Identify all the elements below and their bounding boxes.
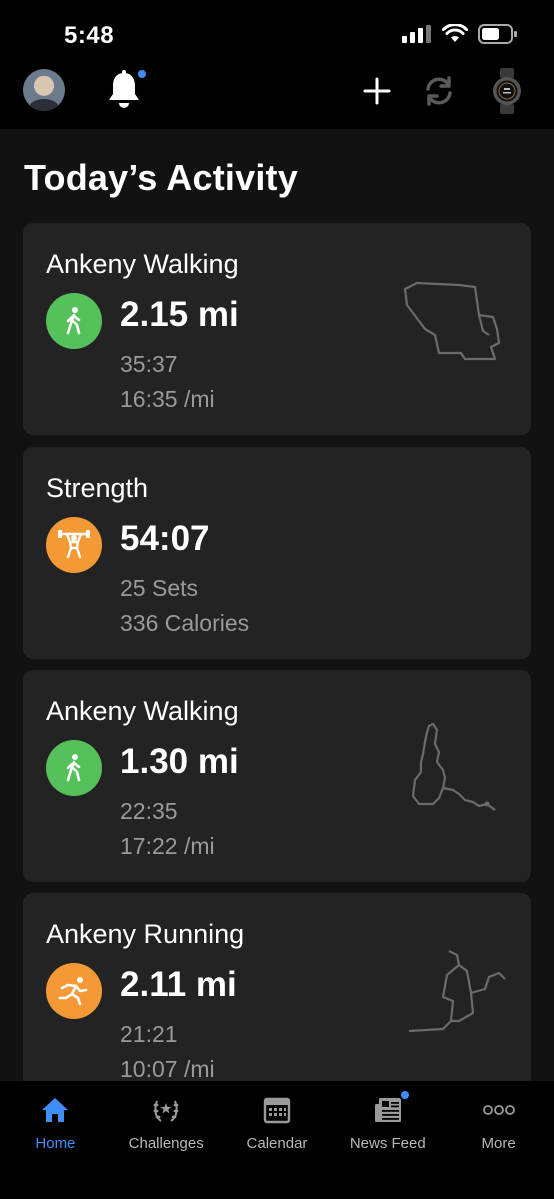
activity-type-badge (46, 740, 102, 796)
sync-button[interactable] (422, 74, 456, 108)
tab-label: News Feed (349, 1135, 426, 1152)
add-button[interactable] (360, 74, 394, 108)
route-map-thumbnail (411, 722, 496, 811)
tab-label: Home (35, 1135, 76, 1152)
activity-pace: 17:22 /mi (120, 833, 215, 859)
tab-label: Calendar (246, 1135, 308, 1152)
activity-pace: 10:07 /mi (120, 1056, 215, 1081)
activity-duration-primary: 54:07 (120, 519, 210, 558)
sync-icon (426, 76, 452, 106)
tab-label: More (481, 1135, 516, 1152)
activity-distance: 1.30 mi (120, 742, 239, 781)
activity-calories: 336 Calories (120, 610, 250, 636)
calendar-icon (263, 1097, 291, 1124)
wifi-icon (442, 24, 468, 42)
activity-distance: 2.15 mi (120, 295, 239, 334)
avatar[interactable] (23, 69, 65, 111)
route-map-thumbnail (403, 281, 501, 361)
tab-calendar[interactable]: Calendar (222, 1081, 333, 1199)
activity-type-badge (46, 517, 102, 573)
bottom-tab-bar: Home Challenges Calendar News Feed More (0, 1081, 554, 1199)
plus-icon (363, 77, 391, 105)
walking-icon (66, 754, 81, 782)
page-title: Today’s Activity (24, 157, 298, 198)
app-header (0, 62, 554, 129)
activity-card[interactable]: Ankeny Walking 1.30 mi 22:35 17:22 /mi (23, 670, 531, 882)
activity-title: Ankeny Running (46, 919, 245, 949)
running-icon (58, 977, 88, 1006)
news-feed-badge (398, 1089, 411, 1101)
activity-type-badge (46, 293, 102, 349)
home-icon (42, 1098, 69, 1122)
notification-badge (136, 68, 148, 80)
watch-icon (493, 68, 521, 114)
activity-title: Strength (46, 473, 149, 503)
status-bar: 5:48 (0, 0, 554, 62)
activity-title: Ankeny Walking (46, 249, 239, 279)
activity-sets: 25 Sets (120, 575, 198, 601)
laurel-icon (153, 1100, 179, 1122)
activity-card[interactable]: Ankeny Running 2.11 mi 21:21 10:07 /mi (23, 893, 531, 1081)
tab-label: Challenges (128, 1135, 204, 1152)
activity-title: Ankeny Walking (46, 696, 239, 726)
activity-duration: 21:21 (120, 1021, 178, 1047)
main-content: Today’s Activity Ankeny Walking 2.15 mi … (0, 129, 554, 1081)
device-button[interactable] (492, 68, 522, 114)
tab-news-feed[interactable]: News Feed (332, 1081, 443, 1199)
status-icons (402, 24, 518, 44)
cellular-signal-icon (402, 25, 431, 43)
tab-home[interactable]: Home (0, 1081, 111, 1199)
activity-pace: 16:35 /mi (120, 386, 215, 412)
status-time: 5:48 (64, 22, 115, 49)
activity-type-badge (46, 963, 102, 1019)
activity-duration: 35:37 (120, 351, 178, 377)
activity-distance: 2.11 mi (120, 965, 237, 1004)
activity-card[interactable]: Ankeny Walking 2.15 mi 35:37 16:35 /mi (23, 223, 531, 435)
route-map-thumbnail (408, 950, 506, 1033)
more-dots-icon (482, 1105, 515, 1115)
tab-more[interactable]: More (443, 1081, 554, 1199)
tab-challenges[interactable]: Challenges (111, 1081, 222, 1199)
weightlifting-icon (58, 530, 90, 559)
newspaper-icon (374, 1098, 401, 1122)
battery-icon (478, 24, 517, 44)
walking-icon (66, 307, 81, 335)
activity-duration: 22:35 (120, 798, 178, 824)
activity-card[interactable]: Strength 54:07 25 Sets 336 Calories (23, 447, 531, 659)
